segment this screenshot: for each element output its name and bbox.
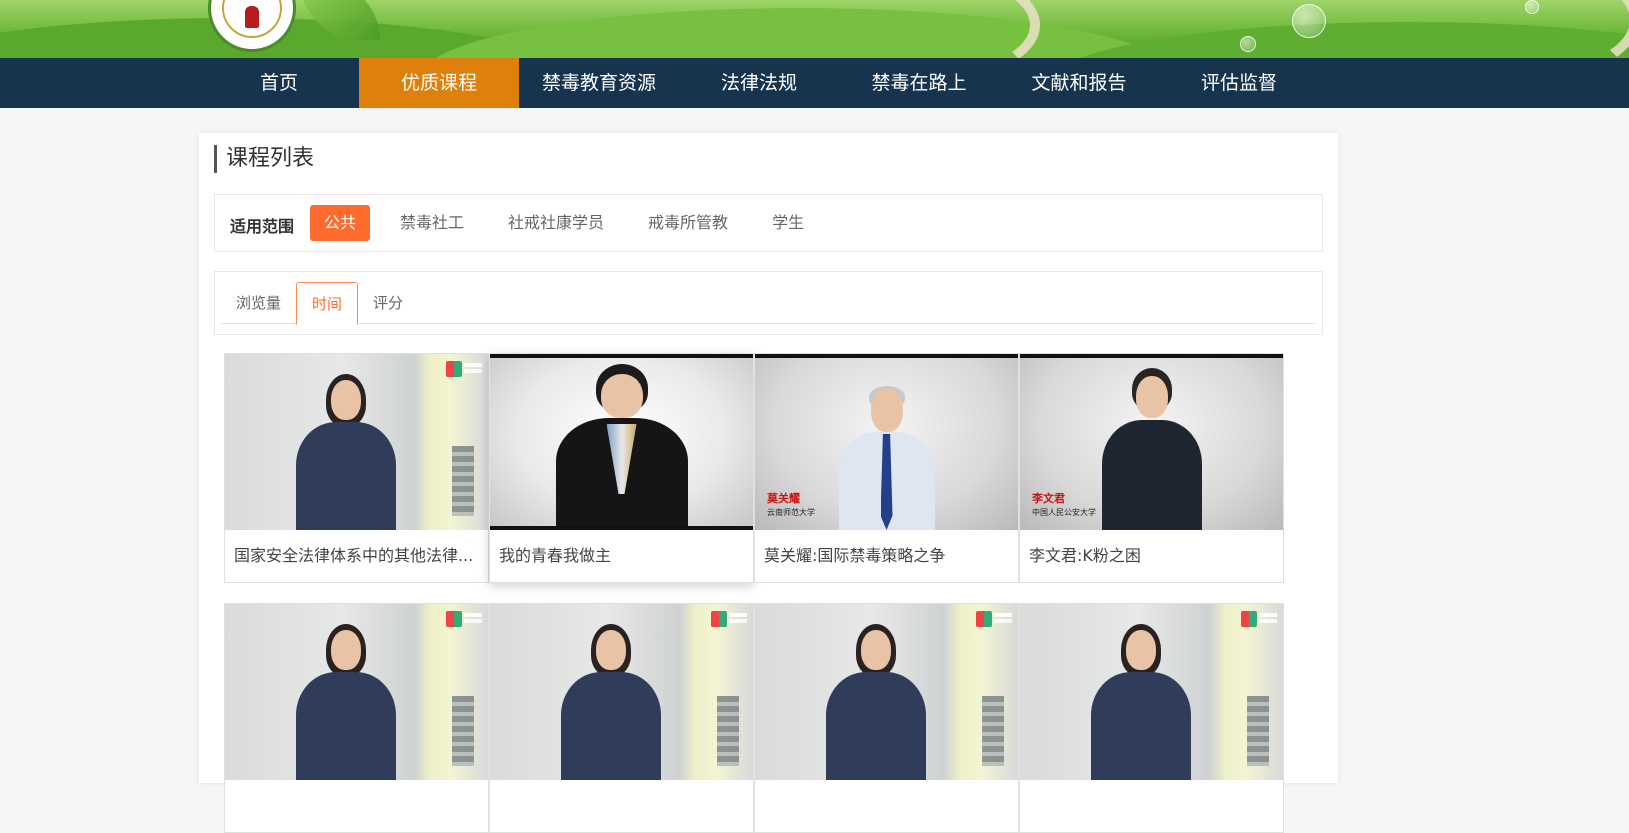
- presenter-image: [1097, 354, 1207, 530]
- filter-option-rehab-staff[interactable]: 戒毒所管教: [634, 205, 742, 241]
- course-card[interactable]: 莫关耀 云南师范大学 莫关耀:国际禁毒策略之争: [754, 353, 1019, 583]
- course-title: [225, 780, 488, 832]
- course-thumbnail: 莫关耀 云南师范大学: [755, 354, 1018, 530]
- course-thumbnail: [1020, 604, 1283, 780]
- filter-options: 公共 禁毒社工 社戒社康学员 戒毒所管教 学生: [310, 205, 834, 241]
- course-title: [490, 780, 753, 832]
- channel-logo-icon: [446, 361, 462, 377]
- presenter-image: [827, 354, 947, 530]
- nav-item-quality-courses[interactable]: 优质课程: [359, 58, 519, 108]
- scope-filter: 适用范围 公共 禁毒社工 社戒社康学员 戒毒所管教 学生: [214, 194, 1323, 252]
- presenter-image: [286, 354, 406, 530]
- logo-figure-icon: [245, 6, 259, 28]
- presenter-image: [816, 604, 936, 780]
- course-thumbnail: [225, 604, 488, 780]
- nav-item-assessment[interactable]: 评估监督: [1159, 58, 1319, 108]
- sort-tabs: 浏览量 时间 评分: [221, 282, 1316, 325]
- course-title: [1020, 780, 1283, 832]
- filter-option-students[interactable]: 学生: [758, 205, 818, 241]
- course-thumbnail: [225, 354, 488, 530]
- filter-option-public[interactable]: 公共: [310, 205, 371, 241]
- filter-option-social-workers[interactable]: 禁毒社工: [386, 205, 478, 241]
- banner-hill: [420, 8, 1180, 58]
- nav-items: 首页 优质课程 禁毒教育资源 法律法规 禁毒在路上 文献和报告 评估监督: [199, 58, 1319, 108]
- thumb-caption-sub: 中国人民公安大学: [1032, 508, 1096, 517]
- course-card[interactable]: [1019, 603, 1284, 833]
- banner-bubble: [1292, 4, 1326, 38]
- course-thumbnail: [755, 604, 1018, 780]
- course-card[interactable]: [224, 603, 489, 833]
- nav-item-on-the-road[interactable]: 禁毒在路上: [839, 58, 999, 108]
- nav-item-home[interactable]: 首页: [199, 58, 359, 108]
- sort-tab-rating[interactable]: 评分: [358, 282, 418, 324]
- channel-logo-icon: [711, 611, 727, 627]
- presenter-image: [547, 354, 697, 526]
- thumb-caption-sub: 云南师范大学: [767, 508, 815, 517]
- course-title: 国家安全法律体系中的其他法律...: [234, 546, 474, 565]
- sort-tab-views[interactable]: 浏览量: [221, 282, 296, 324]
- course-thumbnail: [490, 354, 753, 530]
- banner-bubble: [1525, 0, 1539, 14]
- channel-logo-icon: [446, 611, 462, 627]
- course-title: [755, 780, 1018, 832]
- nav-item-education-resources[interactable]: 禁毒教育资源: [519, 58, 679, 108]
- course-card[interactable]: [489, 603, 754, 833]
- course-thumbnail: 李文君 中国人民公安大学: [1020, 354, 1283, 530]
- course-title: 莫关耀:国际禁毒策略之争: [764, 546, 946, 565]
- thumb-caption: 李文君: [1032, 492, 1065, 505]
- presenter-image: [1081, 604, 1201, 780]
- course-list-panel: 课程列表 适用范围 公共 禁毒社工 社戒社康学员 戒毒所管教 学生 浏览量 时间…: [199, 133, 1338, 833]
- channel-logo-icon: [1241, 611, 1257, 627]
- banner-bubble: [1240, 36, 1256, 52]
- nav-item-laws[interactable]: 法律法规: [679, 58, 839, 108]
- presenter-image: [551, 604, 671, 780]
- course-card[interactable]: 我的青春我做主: [489, 353, 754, 583]
- channel-logo-icon: [976, 611, 992, 627]
- thumb-caption: 莫关耀: [767, 492, 800, 505]
- banner-path: [840, 0, 1040, 58]
- page-title: 课程列表: [214, 145, 314, 173]
- sort-bar: 浏览量 时间 评分: [214, 271, 1323, 335]
- main-nav: 首页 优质课程 禁毒教育资源 法律法规 禁毒在路上 文献和报告 评估监督: [0, 58, 1629, 108]
- site-banner: [0, 0, 1629, 58]
- course-thumbnail: [490, 604, 753, 780]
- course-title: 我的青春我做主: [499, 546, 612, 565]
- filter-label: 适用范围: [230, 217, 295, 236]
- presenter-image: [286, 604, 406, 780]
- course-card[interactable]: 李文君 中国人民公安大学 李文君:K粉之困: [1019, 353, 1284, 583]
- course-title: 李文君:K粉之困: [1029, 546, 1141, 565]
- nav-item-documents-reports[interactable]: 文献和报告: [999, 58, 1159, 108]
- filter-option-rehab-students[interactable]: 社戒社康学员: [494, 205, 618, 241]
- course-card[interactable]: 国家安全法律体系中的其他法律...: [224, 353, 489, 583]
- course-card[interactable]: [754, 603, 1019, 833]
- logo-emblem-icon: [222, 0, 282, 38]
- sort-tab-time[interactable]: 时间: [296, 282, 359, 325]
